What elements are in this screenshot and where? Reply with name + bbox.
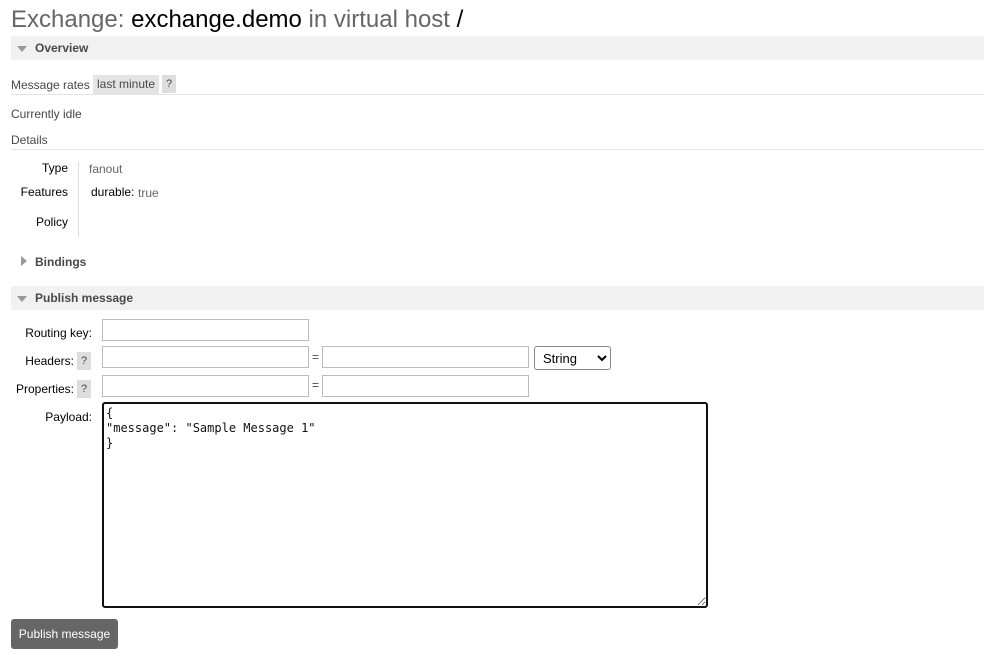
- details-label: Details: [11, 133, 48, 147]
- divider: [11, 149, 984, 150]
- message-rates-help-button[interactable]: ?: [162, 75, 176, 93]
- vhost-name: /: [456, 6, 464, 33]
- page-title: Exchange: exchange.demo in virtual host …: [11, 6, 463, 34]
- collapse-triangle-icon: [17, 296, 27, 302]
- bindings-header-label: Bindings: [35, 255, 87, 269]
- payload-textarea[interactable]: { "message": "Sample Message 1" }: [102, 402, 708, 608]
- overview-section-header[interactable]: Overview: [11, 36, 984, 60]
- properties-help-button[interactable]: ?: [77, 380, 91, 398]
- title-middle: in virtual host: [301, 6, 457, 33]
- property-value-input[interactable]: [322, 375, 529, 397]
- equals-sign: =: [312, 378, 320, 392]
- divider: [11, 94, 984, 95]
- headers-label: Headers:: [25, 354, 74, 368]
- policy-label: Policy: [35, 215, 68, 229]
- header-key-input[interactable]: [102, 346, 309, 368]
- routing-key-input[interactable]: [102, 319, 309, 341]
- title-prefix: Exchange:: [11, 6, 132, 33]
- overview-header-label: Overview: [35, 41, 89, 55]
- type-label: Type: [41, 161, 68, 175]
- publish-header-label: Publish message: [35, 291, 134, 305]
- payload-label: Payload:: [45, 410, 92, 424]
- equals-sign: =: [312, 350, 320, 364]
- message-rates-label: Message rates: [11, 78, 90, 92]
- type-value: fanout: [89, 162, 123, 176]
- collapse-triangle-icon: [17, 46, 27, 52]
- feature-value: true: [138, 186, 159, 200]
- header-value-input[interactable]: [322, 346, 529, 368]
- features-label: Features: [20, 185, 68, 199]
- header-type-select[interactable]: String: [534, 346, 611, 370]
- properties-label: Properties:: [15, 382, 74, 396]
- property-key-input[interactable]: [102, 375, 309, 397]
- headers-help-button[interactable]: ?: [77, 352, 91, 370]
- exchange-name: exchange.demo: [131, 6, 302, 33]
- publish-section-header[interactable]: Publish message: [11, 286, 984, 310]
- rate-period-selector[interactable]: last minute: [93, 75, 160, 94]
- feature-key: durable:: [91, 185, 135, 199]
- expand-triangle-icon: [21, 256, 27, 266]
- idle-status: Currently idle: [11, 107, 82, 121]
- publish-message-button[interactable]: Publish message: [11, 619, 118, 649]
- routing-key-label: Routing key:: [25, 326, 92, 340]
- bindings-section-header[interactable]: Bindings: [11, 250, 311, 274]
- details-divider: [78, 162, 79, 237]
